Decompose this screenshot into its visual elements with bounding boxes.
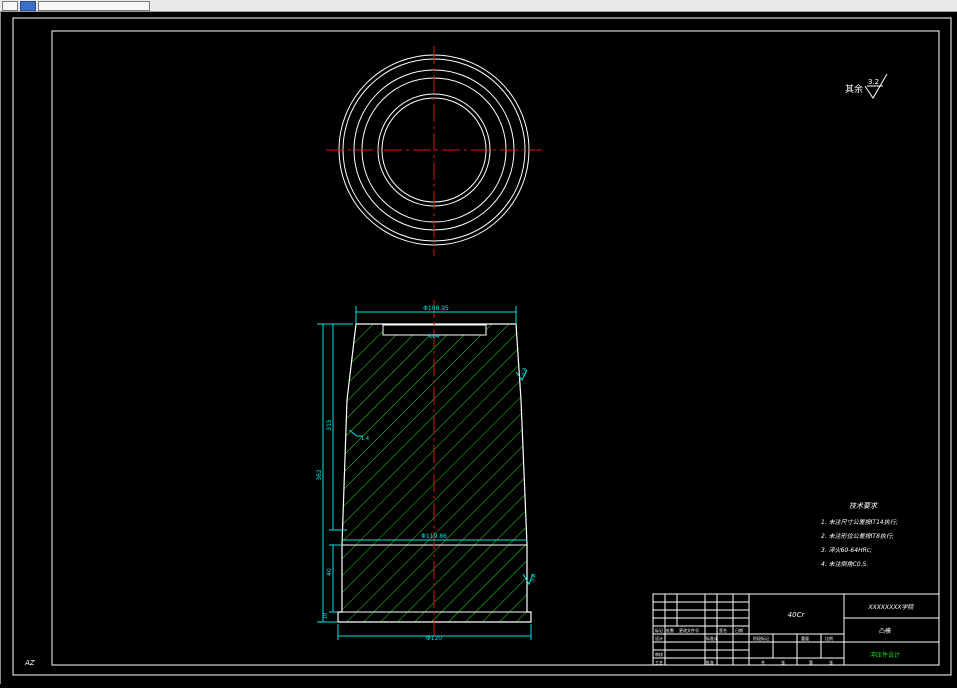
tb-label: 标记 bbox=[655, 627, 663, 633]
tb-col-label: 共 bbox=[761, 659, 765, 665]
toolbar-strip bbox=[0, 0, 957, 12]
tech-item-4: 4. 未注倒角C0.5. bbox=[821, 560, 868, 568]
tb-label: 工艺 bbox=[655, 660, 663, 665]
dim-mid-diameter: Φ119.86 bbox=[421, 533, 447, 540]
title-part-name: 凸模 bbox=[879, 627, 891, 635]
section-view: Φ108.95 Φ84 Φ119.86 Φ120 362 315 40 10 0… bbox=[316, 300, 537, 642]
cad-drawing: Φ108.95 Φ84 Φ119.86 Φ120 362 315 40 10 0… bbox=[12, 17, 952, 676]
roughness-side-1: 0.8 bbox=[521, 367, 528, 376]
dim-upper-height: 315 bbox=[326, 419, 333, 431]
tb-col-label: 阶段标记 bbox=[753, 635, 769, 641]
tb-label: 更改文件号 bbox=[679, 627, 699, 633]
tech-requirements: 技术要求 1. 未注尺寸公差按IT14执行; 2. 未注形位公差按IT8执行; … bbox=[821, 502, 898, 568]
tech-item-1: 1. 未注尺寸公差按IT14执行; bbox=[821, 518, 898, 526]
toolbar-tab-3[interactable] bbox=[38, 1, 150, 11]
tb-label: 标准化 bbox=[706, 635, 718, 641]
tb-col-label: 比例 bbox=[825, 635, 833, 641]
taper-label: 1:4 bbox=[361, 436, 369, 442]
top-view bbox=[326, 46, 542, 256]
tb-label: 批准 bbox=[706, 659, 714, 665]
tb-col-label: 张 bbox=[829, 659, 833, 665]
dim-top-diameter: Φ108.95 bbox=[423, 305, 449, 312]
roughness-side-2: 0.8 bbox=[530, 573, 537, 582]
tech-title: 技术要求 bbox=[849, 502, 878, 510]
dim-bottom-diameter: Φ120 bbox=[426, 635, 442, 642]
tb-label: 签名 bbox=[719, 627, 727, 633]
tb-label: 日期 bbox=[735, 627, 743, 633]
dim-inner-slot: Φ84 bbox=[429, 334, 439, 340]
tech-item-3: 3. 淬火60-64HRc; bbox=[821, 546, 872, 554]
dim-lower-height: 40 bbox=[326, 568, 333, 576]
toolbar-tab-1[interactable] bbox=[2, 1, 18, 11]
title-school: XXXXXXXX学院 bbox=[868, 603, 915, 611]
tb-label: 设计 bbox=[655, 635, 663, 641]
title-row-labels: 标记 处数 更改文件号 签名 日期 设计 标准化 审核 工艺 批准 bbox=[655, 627, 743, 665]
roughness-symbol: 其余 3.2 bbox=[845, 73, 888, 99]
dim-bottom-step: 10 bbox=[323, 613, 329, 619]
dim-overall-height: 362 bbox=[316, 469, 323, 481]
tb-label: 处数 bbox=[666, 627, 674, 633]
title-material: 40Cr bbox=[788, 611, 806, 619]
tb-col-label: 张 bbox=[781, 659, 785, 665]
roughness-value: 3.2 bbox=[868, 78, 879, 86]
roughness-note: 其余 bbox=[845, 83, 863, 95]
corner-label: AZ bbox=[24, 659, 35, 667]
drawing-canvas[interactable]: Φ108.95 Φ84 Φ119.86 Φ120 362 315 40 10 0… bbox=[0, 12, 957, 684]
tech-item-2: 2. 未注形位公差按IT8执行; bbox=[821, 532, 894, 540]
tb-col-label: 第 bbox=[809, 659, 813, 665]
tb-col-label: 重量 bbox=[801, 635, 809, 641]
tb-label: 审核 bbox=[655, 651, 663, 657]
title-drawing-no: 冲压件设计 bbox=[870, 651, 900, 659]
toolbar-tab-2[interactable] bbox=[20, 1, 36, 11]
